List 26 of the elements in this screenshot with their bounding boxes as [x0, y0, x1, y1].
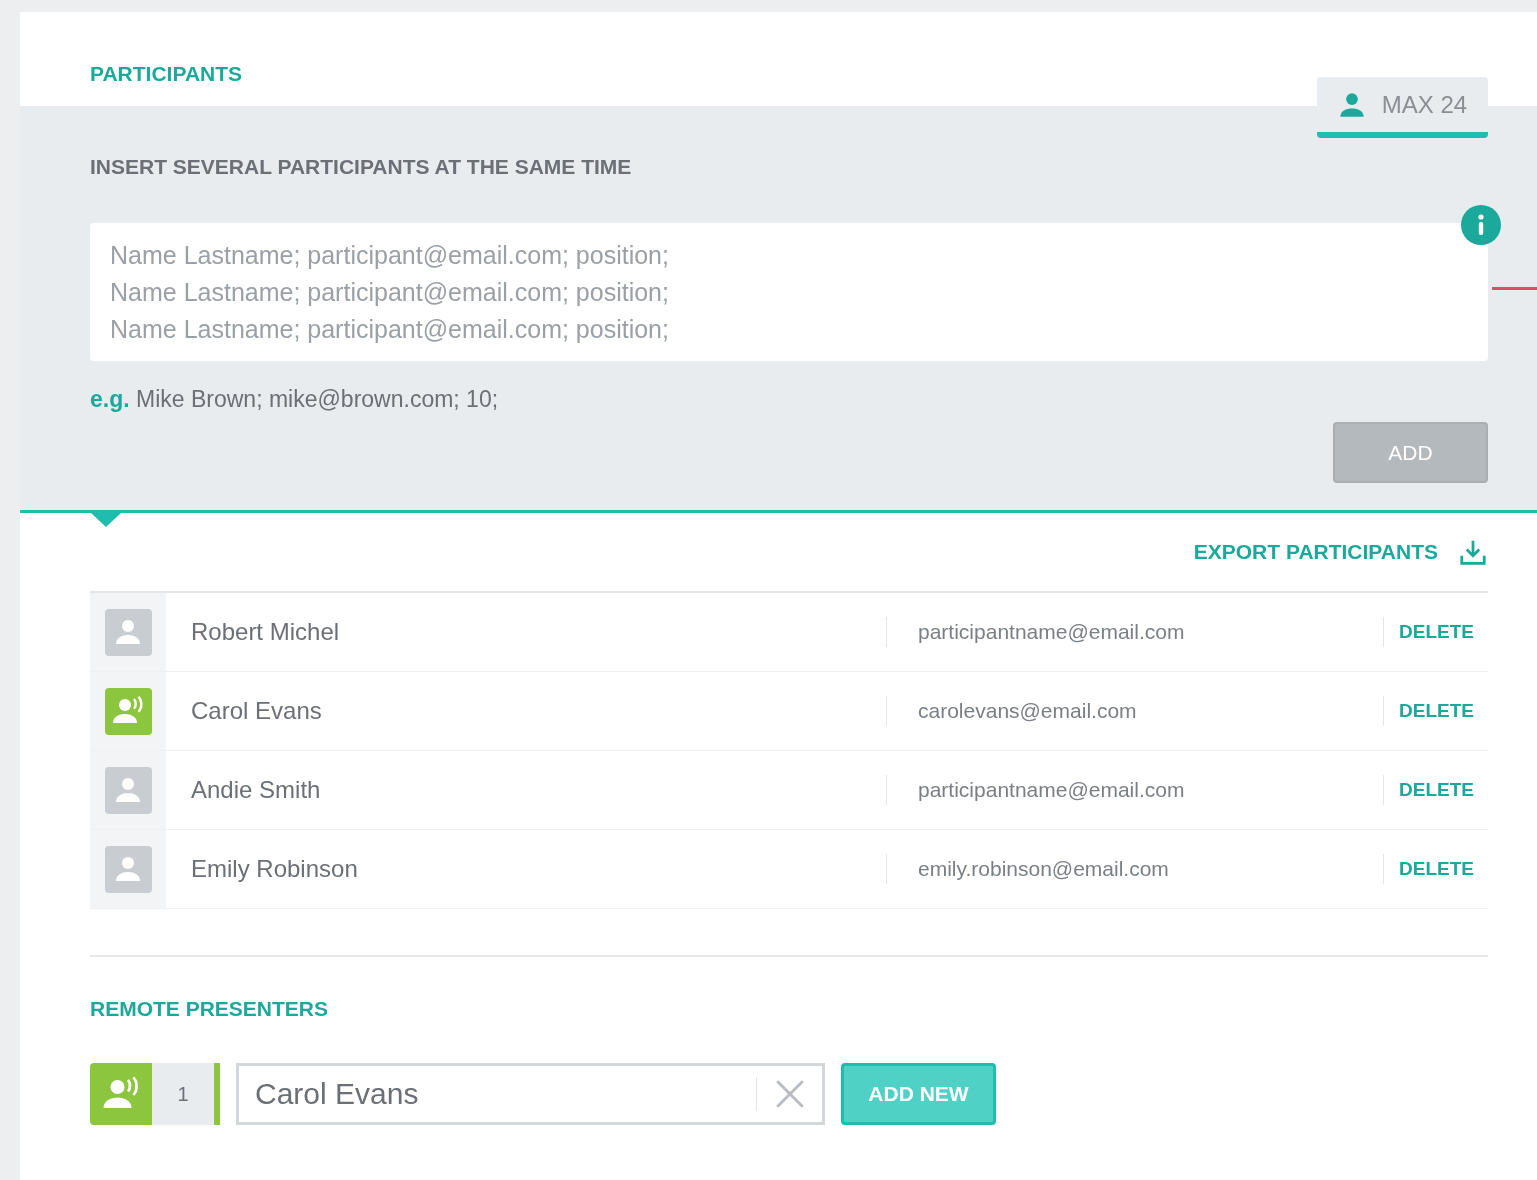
delete-button[interactable]: DELETE — [1399, 617, 1474, 647]
delete-button[interactable]: DELETE — [1399, 696, 1474, 726]
participant-email: participantname@email.com — [918, 619, 1186, 646]
export-link[interactable]: EXPORT PARTICIPANTS — [1193, 536, 1438, 568]
person-icon — [1337, 90, 1366, 119]
info-icon[interactable] — [1461, 204, 1501, 245]
participant-name: Robert Michel — [191, 617, 341, 647]
section-title: PARTICIPANTS — [90, 62, 243, 85]
delete-button[interactable]: DELETE — [1399, 775, 1474, 805]
add-new-button[interactable]: ADD NEW — [841, 1062, 996, 1125]
marker-line — [1492, 287, 1537, 290]
delete-button[interactable]: DELETE — [1399, 854, 1474, 884]
participant-name: Carol Evans — [191, 696, 323, 726]
limit-label: MAX 24 — [1381, 89, 1468, 120]
example-text: Mike Brown; mike@brown.com; 10; — [136, 385, 499, 412]
participant-name: Emily Robinson — [191, 854, 359, 884]
participant-name: Andie Smith — [191, 775, 322, 805]
participants-input[interactable]: Name Lastname; participant@email.com; position; Name Lastname; participant@email.com; position; Name Lastname; participant@email.com; position; — [90, 222, 1488, 361]
presenter-number: 1 — [152, 1062, 220, 1125]
participant-email: carolevans@email.com — [918, 698, 1138, 725]
section-title: REMOTE PRESENTERS — [90, 997, 329, 1020]
presenter-field[interactable]: Carol Evans — [236, 1062, 825, 1125]
example-prefix: e.g. — [90, 385, 130, 412]
participant-email: participantname@email.com — [918, 777, 1186, 804]
participant-email: emily.robinson@email.com — [918, 856, 1170, 883]
field-label: INSERT SEVERAL PARTICIPANTS AT THE SAME TIME — [90, 154, 633, 180]
